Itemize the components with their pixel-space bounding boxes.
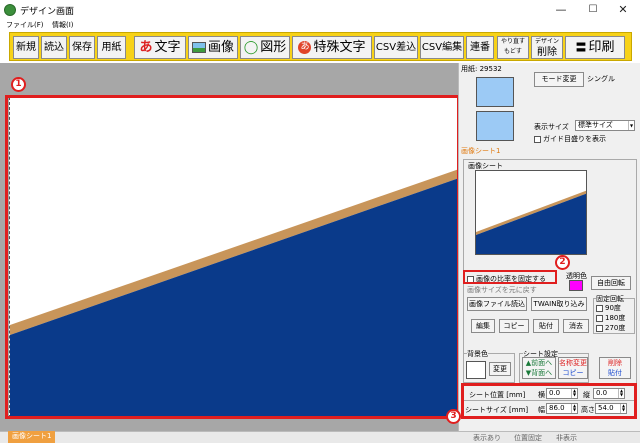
- callout-frame-3: [461, 383, 637, 419]
- csv-edit-button[interactable]: CSV編集: [420, 36, 464, 59]
- side-panel: 用紙: 29532 モード変更 シングル 表示サイズ 標準サイズ ▼ ガイド目盛り…: [458, 63, 640, 431]
- bring-front-label[interactable]: ▲前面へ: [523, 358, 555, 368]
- menu-file[interactable]: ファイル(F): [6, 20, 44, 30]
- rotate-180-check-box[interactable]: [596, 314, 603, 322]
- image-preview-graphic: [476, 190, 586, 254]
- undo-redo-button[interactable]: やり直す もどす: [497, 36, 529, 59]
- app-icon: [4, 4, 16, 16]
- order-button[interactable]: ▲前面へ ▼背面へ: [522, 357, 556, 379]
- special-text-button[interactable]: あ特殊文字: [292, 36, 372, 59]
- guide-checkbox[interactable]: ガイド目盛りを表示: [534, 134, 606, 144]
- rotate-270-checkbox[interactable]: 270度: [596, 323, 625, 333]
- delete-sheet-label[interactable]: 削除: [600, 358, 630, 368]
- window-title: デザイン画面: [20, 7, 75, 17]
- paste-sheet-label[interactable]: 貼付: [600, 368, 630, 378]
- copy-button[interactable]: コピー: [499, 319, 529, 333]
- rotate-180-label: 180度: [605, 314, 626, 322]
- load-button[interactable]: 読込: [41, 36, 67, 59]
- mode-value: シングル: [587, 75, 615, 83]
- status-item-3: 非表示: [556, 434, 577, 442]
- rotate-180-checkbox[interactable]: 180度: [596, 313, 625, 323]
- shape-button[interactable]: ◯ 図形: [240, 36, 290, 59]
- guide-check-box[interactable]: [534, 135, 541, 143]
- back-preview[interactable]: [476, 111, 514, 141]
- status-bar: 表示あり 位置固定 非表示: [0, 431, 640, 443]
- status-item-2: 位置固定: [514, 434, 542, 442]
- display-size-value: 標準サイズ: [578, 121, 613, 129]
- status-item-1: 表示あり: [473, 434, 501, 442]
- text-label: 文字: [154, 40, 181, 55]
- toolbar: 新規 読込 保存 用紙 あ文字 画像 ◯ 図形 あ特殊文字 CSV差込 CSV編集…: [9, 32, 632, 61]
- printer-icon: 〓: [575, 41, 587, 54]
- menu-bar: ファイル(F) 情報(I): [0, 20, 640, 31]
- transparent-color-swatch[interactable]: [569, 280, 583, 291]
- rotate-270-label: 270度: [605, 324, 626, 332]
- special-text-icon: あ: [298, 41, 312, 54]
- free-rotate-button[interactable]: 自由回転: [591, 276, 631, 290]
- erase-button[interactable]: 消去: [563, 319, 589, 333]
- new-button[interactable]: 新規: [13, 36, 39, 59]
- display-size-label: 表示サイズ: [534, 123, 569, 131]
- print-label: 印刷: [588, 40, 615, 55]
- front-preview[interactable]: [476, 77, 514, 107]
- guide-label: ガイド目盛りを表示: [543, 135, 606, 143]
- delete-design-top: デザイン: [534, 38, 559, 45]
- rename-copy-button[interactable]: 名称変更 コピー: [558, 357, 588, 379]
- rename-label[interactable]: 名称変更: [559, 358, 587, 368]
- text-icon: あ: [139, 40, 153, 55]
- paper-number: 用紙: 29532: [461, 65, 502, 73]
- paste-button[interactable]: 貼付: [533, 319, 559, 333]
- special-text-label: 特殊文字: [313, 40, 366, 55]
- text-button[interactable]: あ文字: [134, 36, 186, 59]
- background-color-label: 背景色: [467, 349, 488, 359]
- background-color-swatch[interactable]: [466, 361, 486, 379]
- image-preview: [475, 170, 587, 255]
- title-bar: デザイン画面 — ☐ ✕: [0, 0, 640, 20]
- image-button[interactable]: 画像: [188, 36, 238, 59]
- redo-label[interactable]: もどす: [498, 47, 528, 57]
- delete-design-label: 削除: [537, 47, 557, 58]
- save-button[interactable]: 保存: [69, 36, 95, 59]
- rotate-90-checkbox[interactable]: 90度: [596, 303, 621, 313]
- callout-2: 2: [555, 255, 570, 270]
- callout-3: 3: [446, 409, 461, 424]
- display-size-select[interactable]: 標準サイズ ▼: [575, 120, 635, 131]
- delete-paste-button[interactable]: 削除 貼付: [599, 357, 631, 379]
- undo-label[interactable]: やり直す: [498, 37, 528, 47]
- circle-icon: ◯: [243, 40, 259, 55]
- callout-frame-1: [5, 95, 460, 419]
- rotate-90-check-box[interactable]: [596, 304, 603, 312]
- landscape-icon: [191, 42, 206, 53]
- send-back-label[interactable]: ▼背面へ: [523, 368, 555, 378]
- csv-insert-button[interactable]: CSV差込: [374, 36, 418, 59]
- callout-1: 1: [11, 77, 26, 92]
- mode-change-button[interactable]: モード変更: [534, 72, 584, 87]
- close-button[interactable]: ✕: [608, 1, 638, 18]
- sheet-tab[interactable]: 画像シート1: [8, 431, 56, 443]
- copy-sheet-label[interactable]: コピー: [559, 368, 587, 378]
- load-image-button[interactable]: 画像ファイル読込: [467, 297, 527, 311]
- callout-frame-2: [463, 270, 557, 284]
- serial-number-button[interactable]: 連番: [466, 36, 494, 59]
- image-sheet-title: 画像シート1: [461, 147, 501, 155]
- shape-label: 図形: [260, 40, 287, 55]
- edit-button[interactable]: 編集: [471, 319, 495, 333]
- rotate-270-check-box[interactable]: [596, 324, 603, 332]
- minimize-button[interactable]: —: [546, 1, 576, 18]
- twain-button[interactable]: TWAIN取り込み: [531, 297, 587, 311]
- image-label: 画像: [207, 40, 234, 55]
- background-change-button[interactable]: 変更: [489, 362, 511, 376]
- menu-info[interactable]: 情報(I): [52, 20, 74, 30]
- paper-button[interactable]: 用紙: [97, 36, 126, 59]
- rotate-90-label: 90度: [605, 304, 621, 312]
- chevron-down-icon[interactable]: ▼: [628, 121, 634, 130]
- delete-design-button[interactable]: デザイン 削除: [531, 36, 563, 59]
- preview-navy-shape: [476, 193, 586, 254]
- print-button[interactable]: 〓印刷: [565, 36, 625, 59]
- maximize-button[interactable]: ☐: [578, 1, 608, 18]
- restore-size-label: 画像サイズを元に戻す: [467, 286, 537, 294]
